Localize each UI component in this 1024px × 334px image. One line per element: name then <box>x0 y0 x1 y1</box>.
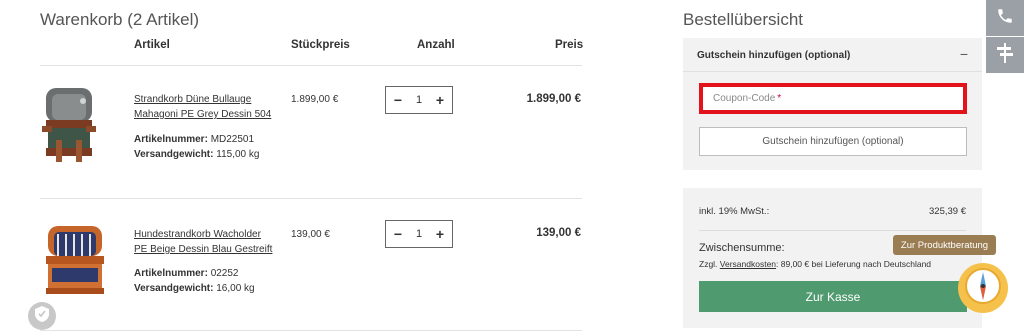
quantity-decrease-button[interactable]: − <box>392 226 404 242</box>
product-name-link[interactable]: Strandkorb Düne Bullauge Mahagoni PE Gre… <box>134 92 274 122</box>
subtotal-label: Zwischensumme: <box>699 242 785 254</box>
versandgewicht-label: Versandgewicht: <box>134 149 214 160</box>
compass-advisor-button[interactable] <box>958 263 1008 313</box>
sign-icon <box>996 42 1014 68</box>
coupon-divider <box>683 71 982 72</box>
item-divider <box>40 330 582 331</box>
product-image-hundestrandkorb[interactable] <box>40 222 110 303</box>
quantity-value[interactable]: 1 <box>416 228 422 240</box>
product-name-link[interactable]: Hundestrandkorb Wacholder PE Beige Dessi… <box>134 227 274 257</box>
versandgewicht-value: 16,00 kg <box>216 283 255 294</box>
phone-icon <box>996 7 1014 30</box>
column-header-stueckpreis: Stückpreis <box>291 39 350 51</box>
privacy-shield-button[interactable] <box>28 302 56 330</box>
product-advice-tooltip[interactable]: Zur Produktberatung <box>893 235 996 255</box>
coupon-panel: Gutschein hinzufügen (optional) − Coupon… <box>683 38 982 170</box>
column-header-preis: Preis <box>555 39 584 51</box>
coupon-code-input[interactable]: Coupon-Code * <box>699 83 967 114</box>
tax-label: inkl. 19% MwSt.: <box>699 206 770 217</box>
compass-icon <box>963 266 1003 311</box>
quantity-stepper: − 1 + <box>385 86 453 114</box>
quantity-increase-button[interactable]: + <box>434 226 446 242</box>
column-header-anzahl: Anzahl <box>417 39 455 51</box>
line-price: 139,00 € <box>536 227 581 239</box>
artikelnummer-value: MD22501 <box>210 134 255 145</box>
cart-title: Warenkorb (2 Artikel) <box>40 10 200 29</box>
sign-button[interactable] <box>986 37 1024 73</box>
artikelnummer-label: Artikelnummer: <box>134 268 208 279</box>
shipping-prefix: Zzgl. <box>699 259 718 269</box>
collapse-icon[interactable]: − <box>960 46 968 62</box>
versandgewicht-value: 115,00 kg <box>216 149 260 160</box>
line-price: 1.899,00 € <box>526 93 581 105</box>
artikelnummer-label: Artikelnummer: <box>134 134 208 145</box>
unit-price: 1.899,00 € <box>291 94 339 105</box>
quantity-value[interactable]: 1 <box>416 94 422 106</box>
shield-icon <box>35 305 49 327</box>
required-mark: * <box>777 93 782 104</box>
shipping-info: Zzgl. Versandkosten: 89,00 € bei Lieferu… <box>699 259 931 269</box>
phone-button[interactable] <box>986 0 1024 36</box>
unit-price: 139,00 € <box>291 229 330 240</box>
checkout-button[interactable]: Zur Kasse <box>699 281 967 312</box>
product-meta: Artikelnummer: MD22501 Versandgewicht: 1… <box>134 132 259 162</box>
shipping-suffix: : 89,00 € bei Lieferung nach Deutschland <box>776 259 932 269</box>
item-divider <box>40 198 582 199</box>
artikelnummer-value: 02252 <box>210 268 239 279</box>
shipping-costs-link[interactable]: Versandkosten <box>720 259 776 269</box>
coupon-panel-header[interactable]: Gutschein hinzufügen (optional) <box>697 50 850 61</box>
versandgewicht-label: Versandgewicht: <box>134 283 214 294</box>
totals-panel: inkl. 19% MwSt.: 325,39 € Zwischensumme:… <box>683 188 982 328</box>
product-image-strandkorb[interactable] <box>40 84 98 169</box>
quantity-decrease-button[interactable]: − <box>392 92 404 108</box>
column-header-artikel: Artikel <box>134 39 170 51</box>
quantity-stepper: − 1 + <box>385 220 453 248</box>
summary-title: Bestellübersicht <box>683 10 804 29</box>
product-meta: Artikelnummer: 02252 Versandgewicht: 16,… <box>134 266 255 296</box>
header-divider <box>40 65 582 66</box>
totals-divider <box>699 230 966 231</box>
coupon-code-placeholder: Coupon-Code <box>713 93 776 104</box>
quantity-increase-button[interactable]: + <box>434 92 446 108</box>
tax-value: 325,39 € <box>929 206 966 217</box>
add-coupon-button[interactable]: Gutschein hinzufügen (optional) <box>699 127 967 156</box>
